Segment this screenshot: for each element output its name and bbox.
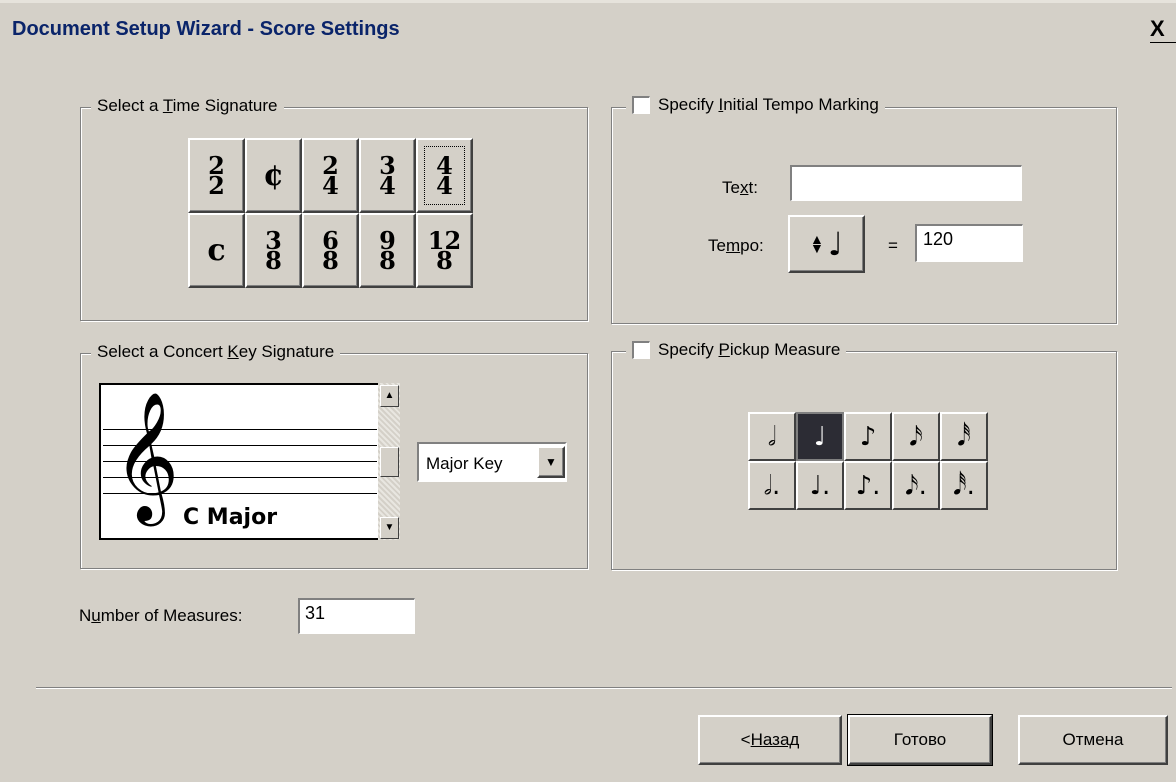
tempo-note-button[interactable]: ▲ ▼ ♩ [788, 215, 865, 273]
pickup-note-button[interactable]: ♪. [844, 461, 892, 510]
chevron-down-icon: ▼ [545, 455, 557, 469]
time-signature-button[interactable]: 22 [188, 138, 245, 213]
pickup-note-button[interactable]: 𝅗𝅥 [748, 412, 796, 461]
time-signature-symbol-button[interactable]: c [188, 213, 245, 288]
pickup-note-button[interactable]: 𝅘𝅥𝅰. [940, 461, 988, 510]
pickup-note-button[interactable]: ♪ [844, 412, 892, 461]
time-signature-symbol: c [207, 232, 226, 268]
tempo-legend: Specify Initial Tempo Marking [626, 95, 885, 115]
pickup-legend: Specify Pickup Measure [626, 340, 847, 360]
pickup-note-button[interactable]: 𝅘𝅥𝅯. [892, 461, 940, 510]
tempo-equals: = [888, 236, 898, 255]
pickup-note-button[interactable]: 𝅘𝅥𝅯 [892, 412, 940, 461]
close-icon[interactable]: X [1150, 16, 1165, 41]
back-button[interactable]: < Назад [698, 715, 842, 765]
scroll-down-button[interactable]: ▼ [380, 517, 399, 539]
time-signature-denominator: 8 [265, 245, 282, 275]
time-signature-button[interactable]: 98 [359, 213, 416, 288]
pickup-note-button[interactable]: 𝅗𝅥. [748, 461, 796, 510]
time-signature-button[interactable]: 44 [416, 138, 473, 213]
time-signature-symbol-button[interactable]: ¢ [245, 138, 302, 213]
measures-label: Number of Measures: [79, 606, 243, 625]
note-icon: 𝅘𝅥𝅯. [905, 470, 927, 501]
note-icon: ♪ [859, 421, 877, 452]
quarter-note-icon: ♩ [827, 225, 843, 263]
key-mode-value: Major Key [426, 454, 503, 473]
time-signature-symbol: ¢ [263, 157, 284, 193]
key-signature-preview: 𝄞 C Major [99, 383, 399, 540]
time-signature-denominator: 4 [379, 170, 396, 200]
bottom-divider [36, 687, 1172, 689]
note-icon: 𝅘𝅥𝅰 [957, 421, 971, 452]
note-icon: ♩ [813, 421, 827, 452]
pickup-note-button[interactable]: ♩ [796, 412, 844, 461]
tempo-value-text: 120 [923, 229, 954, 249]
time-signature-button[interactable]: 68 [302, 213, 359, 288]
key-mode-select[interactable]: Major Key ▼ [417, 442, 567, 482]
scroll-thumb[interactable] [380, 447, 399, 477]
note-icon: 𝅗𝅥 [767, 421, 777, 452]
measures-value: 31 [305, 603, 326, 623]
time-signature-denominator: 4 [322, 170, 339, 200]
tempo-value-input[interactable]: 120 [915, 224, 1023, 262]
pickup-checkbox[interactable] [632, 341, 650, 359]
pickup-note-button[interactable]: ♩. [796, 461, 844, 510]
time-signature-button[interactable]: 24 [302, 138, 359, 213]
time-signature-denominator: 8 [379, 245, 396, 275]
note-icon: ♩. [809, 470, 831, 501]
finish-button[interactable]: Готово [847, 714, 993, 766]
time-signature-denominator: 8 [322, 245, 339, 275]
time-signature-denominator: 8 [436, 245, 453, 275]
note-icon: 𝅗𝅥. [763, 470, 781, 501]
time-signature-button[interactable]: 38 [245, 213, 302, 288]
time-signature-denominator: 4 [436, 170, 453, 200]
tempo-value-label: Tempo: [708, 236, 764, 255]
close-button[interactable]: X [1150, 16, 1176, 44]
arrow-down-icon: ▼ [384, 522, 395, 533]
up-down-icon: ▲ ▼ [810, 231, 824, 256]
time-signature-button[interactable]: 12 8 [416, 213, 473, 288]
treble-clef-icon: 𝄞 [113, 391, 180, 521]
time-signature-legend: Select a Time Signature [91, 96, 284, 116]
time-signature-button[interactable]: 34 [359, 138, 416, 213]
cancel-button[interactable]: Отмена [1018, 715, 1168, 765]
title-bar: Document Setup Wizard - Score Settings X [0, 0, 1176, 62]
note-icon: 𝅘𝅥𝅯 [909, 421, 923, 452]
time-signature-numerator: 4 [436, 150, 453, 180]
scroll-up-button[interactable]: ▲ [380, 385, 399, 407]
arrow-up-icon: ▲ [384, 390, 395, 401]
window-title: Document Setup Wizard - Score Settings [12, 18, 400, 40]
pickup-note-button[interactable]: 𝅘𝅥𝅰 [940, 412, 988, 461]
pickup-checkbox-label: Specify Pickup Measure [658, 340, 841, 359]
tempo-checkbox-label: Specify Initial Tempo Marking [658, 95, 879, 114]
tempo-checkbox[interactable] [632, 96, 650, 114]
tempo-text-label: Text: [722, 178, 758, 197]
tempo-text-input[interactable] [790, 165, 1022, 201]
time-signature-denominator: 2 [208, 170, 225, 200]
note-icon: ♪. [855, 470, 881, 501]
measures-input[interactable]: 31 [298, 598, 415, 634]
note-icon: 𝅘𝅥𝅰. [953, 470, 975, 501]
key-signature-legend: Select a Concert Key Signature [91, 342, 341, 362]
key-scrollbar[interactable]: ▲ ▼ [378, 383, 400, 540]
dropdown-button[interactable]: ▼ [537, 446, 565, 478]
current-key-label: C Major [183, 505, 278, 530]
